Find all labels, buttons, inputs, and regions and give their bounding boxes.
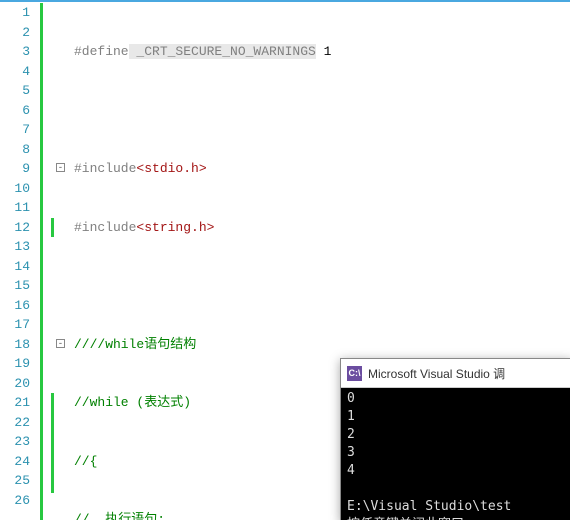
line-number-gutter: 1234567891011121314151617181920212223242… [0,3,34,510]
fold-icon[interactable]: - [56,163,65,172]
console-title: Microsoft Visual Studio 调 [368,365,505,382]
console-output: 0 1 2 3 4 E:\Visual Studio\test 按任意键关闭此窗… [341,388,570,520]
fold-icon[interactable]: - [56,339,65,348]
debug-console-window[interactable]: C:\ Microsoft Visual Studio 调 0 1 2 3 4 … [340,358,570,520]
code-editor[interactable]: 1234567891011121314151617181920212223242… [0,0,570,520]
app-icon: C:\ [347,366,362,381]
console-titlebar[interactable]: C:\ Microsoft Visual Studio 调 [341,359,570,388]
